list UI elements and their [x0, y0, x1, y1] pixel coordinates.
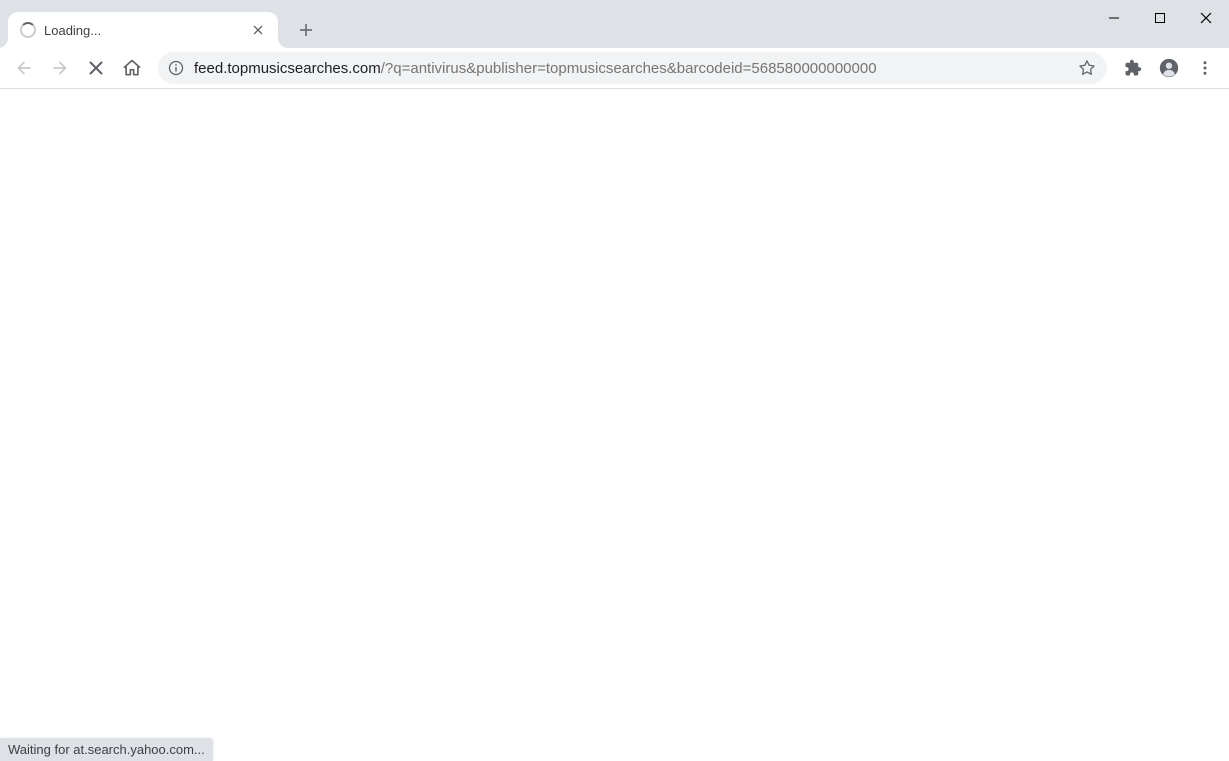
forward-button — [44, 52, 76, 84]
extensions-button[interactable] — [1117, 52, 1149, 84]
page-content: Waiting for at.search.yahoo.com... — [0, 89, 1229, 761]
bookmark-star-button[interactable] — [1077, 58, 1097, 78]
site-info-icon[interactable] — [168, 60, 184, 76]
maximize-button[interactable] — [1137, 0, 1183, 36]
minimize-button[interactable] — [1091, 0, 1137, 36]
new-tab-button[interactable] — [292, 16, 320, 44]
stop-reload-button[interactable] — [80, 52, 112, 84]
address-bar[interactable]: feed.topmusicsearches.com/?q=antivirus&p… — [158, 52, 1107, 84]
close-window-button[interactable] — [1183, 0, 1229, 36]
url-display: feed.topmusicsearches.com/?q=antivirus&p… — [194, 60, 1067, 77]
status-bar: Waiting for at.search.yahoo.com... — [0, 738, 213, 761]
tab-active[interactable]: Loading... — [8, 12, 278, 48]
profile-button[interactable] — [1153, 52, 1185, 84]
url-path: /?q=antivirus&publisher=topmusicsearches… — [381, 60, 877, 77]
url-domain: feed.topmusicsearches.com — [194, 60, 381, 77]
back-button — [8, 52, 40, 84]
close-tab-button[interactable] — [250, 22, 266, 38]
menu-button[interactable] — [1189, 52, 1221, 84]
loading-spinner-icon — [20, 22, 36, 38]
tab-title: Loading... — [44, 23, 242, 38]
toolbar: feed.topmusicsearches.com/?q=antivirus&p… — [0, 48, 1229, 89]
tab-strip: Loading... — [0, 0, 1229, 48]
home-button[interactable] — [116, 52, 148, 84]
window-controls — [1091, 0, 1229, 36]
